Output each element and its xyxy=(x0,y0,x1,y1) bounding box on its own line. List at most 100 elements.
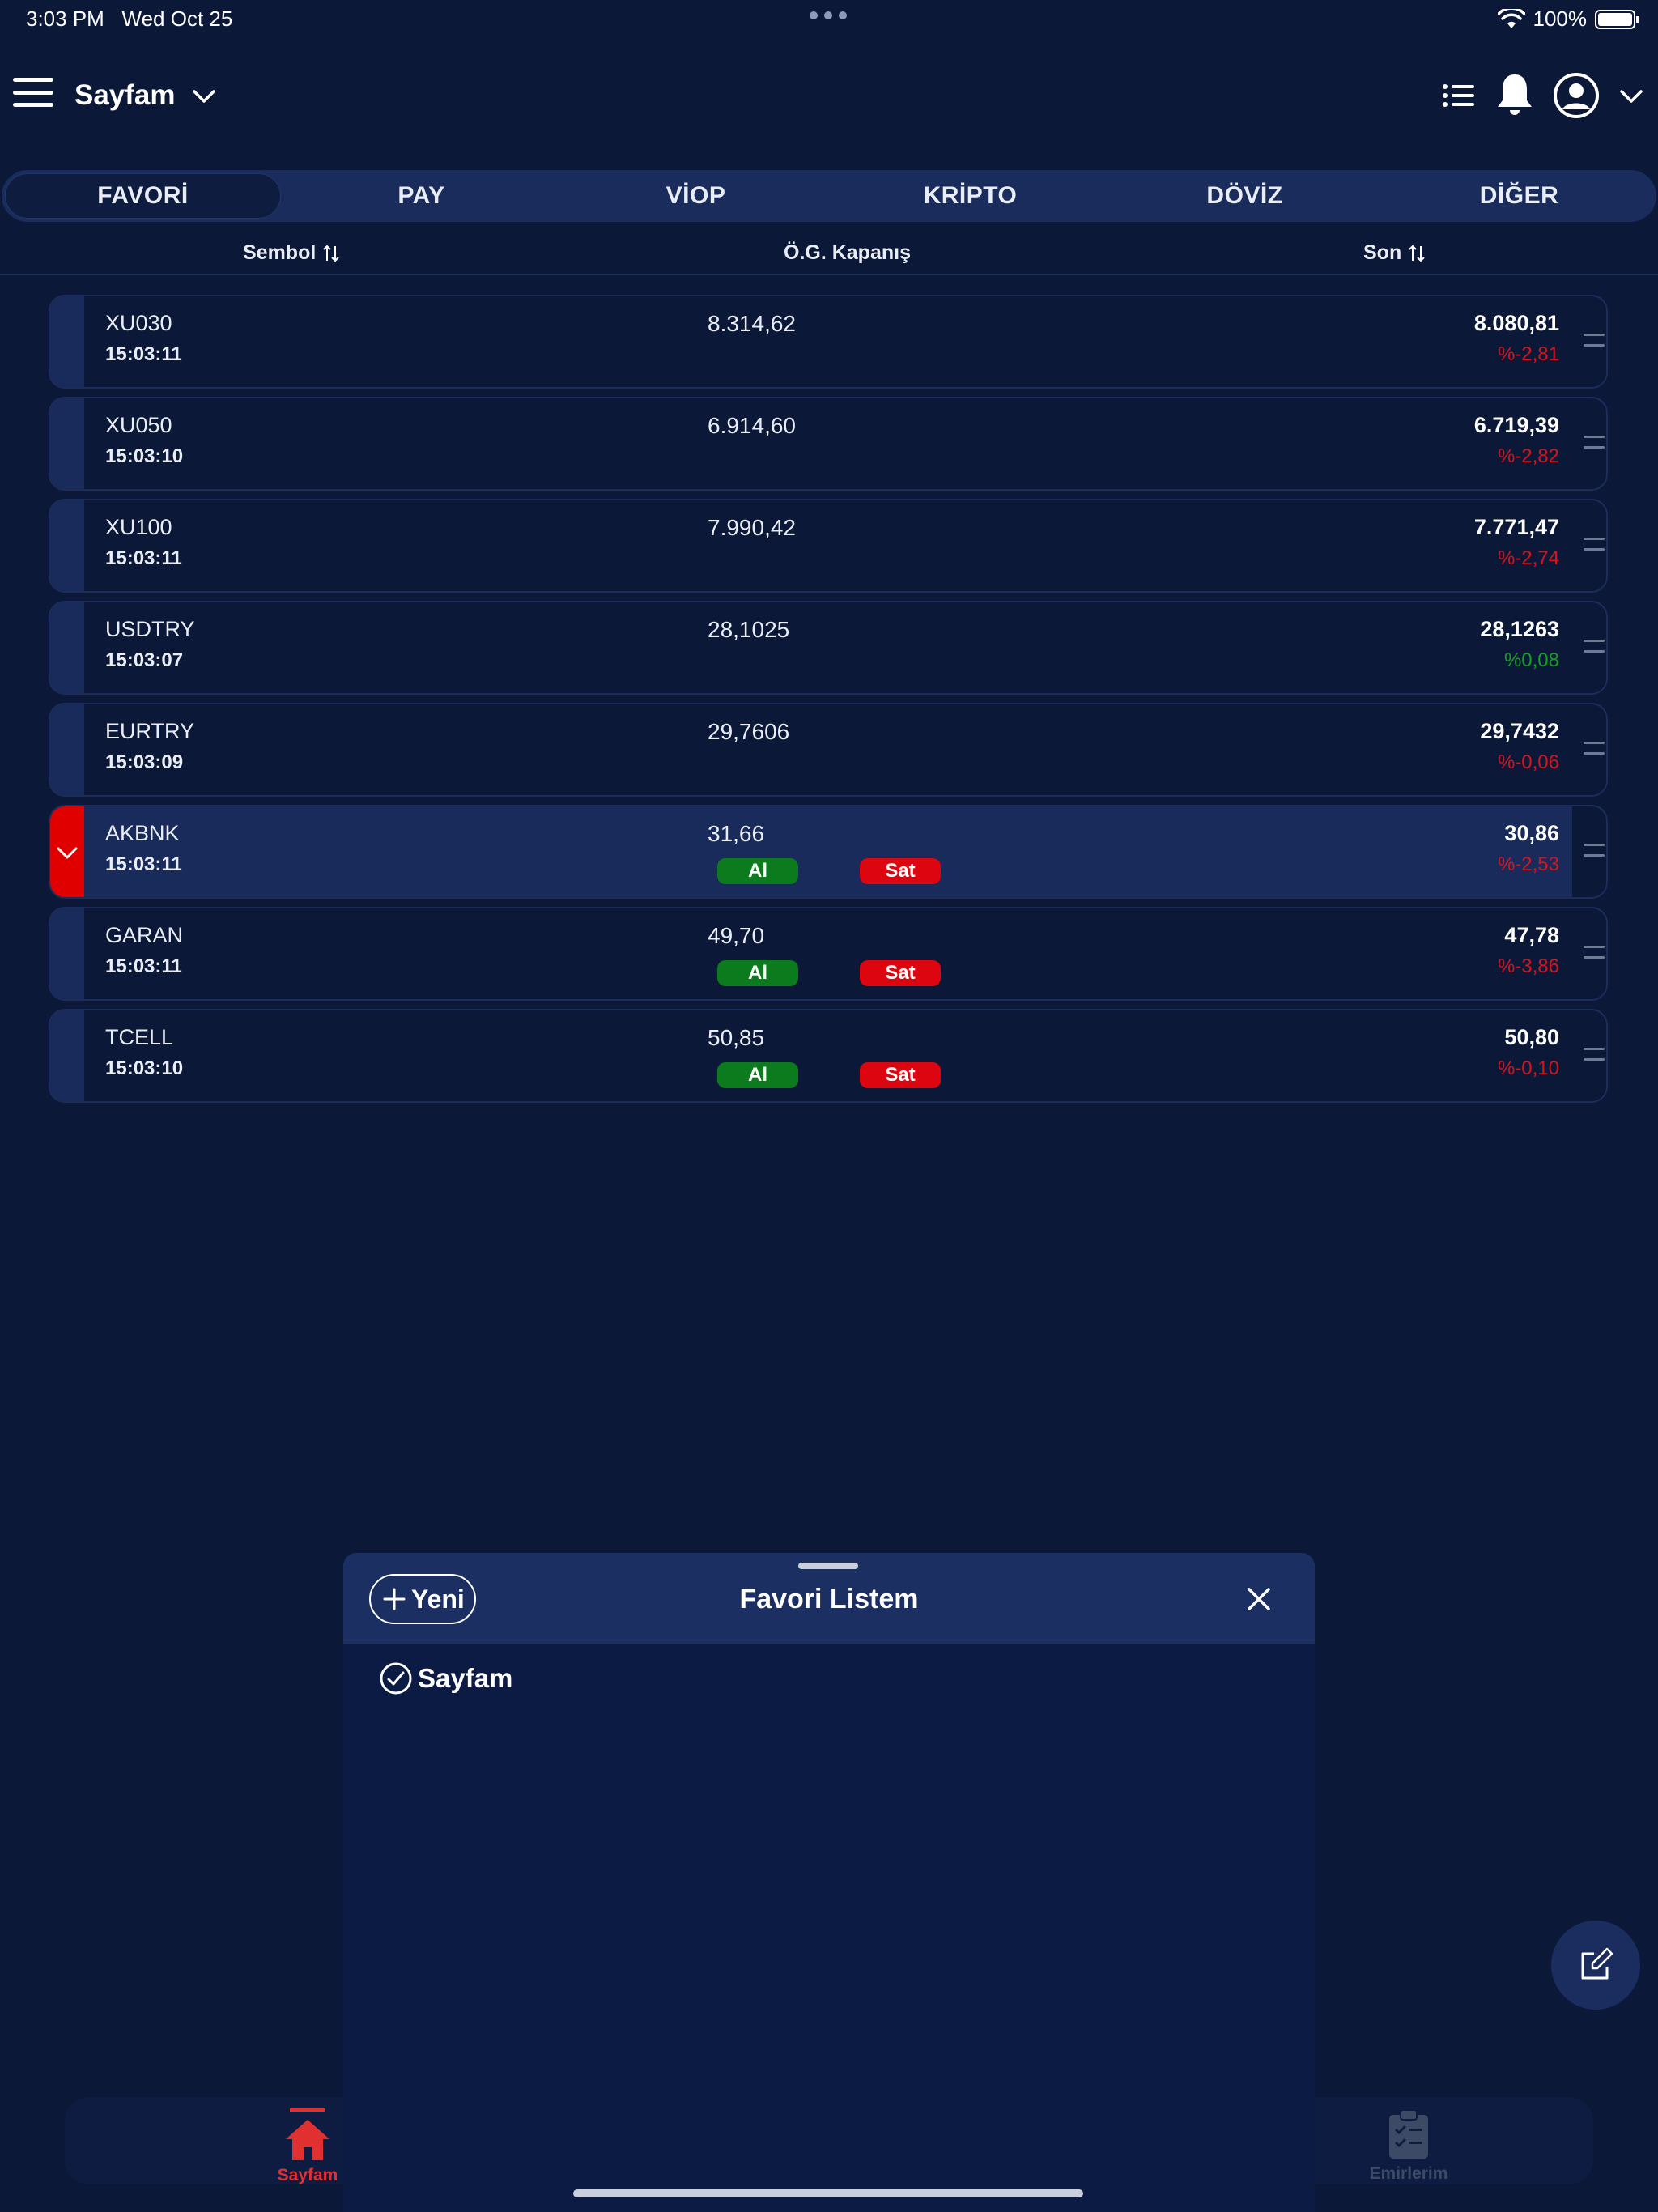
row-prev-close: 8.314,62 xyxy=(708,311,796,336)
home-indicator[interactable] xyxy=(573,2189,1083,2197)
column-prev-close: Ö.G. Kapanış xyxy=(784,241,911,264)
new-list-button[interactable]: Yeni xyxy=(369,1574,476,1624)
row-last: 30,86 xyxy=(1504,821,1559,845)
row-last: 29,7432 xyxy=(1480,719,1559,743)
edit-button[interactable] xyxy=(1551,1921,1640,2010)
row-change: %-2,74 xyxy=(1497,547,1559,569)
row-time: 15:03:11 xyxy=(105,343,182,365)
tab-viop[interactable]: VİOP xyxy=(559,170,833,222)
row-time: 15:03:10 xyxy=(105,1057,184,1079)
nav-item-orders[interactable]: Emirlerim xyxy=(1328,2108,1490,2184)
clipboard-checklist-icon xyxy=(1389,2109,1428,2159)
row-change: %-0,06 xyxy=(1497,751,1559,773)
sort-icon[interactable] xyxy=(321,243,342,264)
tab-favori[interactable]: FAVORİ xyxy=(5,173,281,219)
row-accent xyxy=(50,908,84,999)
row-symbol: XU050 xyxy=(105,413,172,437)
tab-kripto[interactable]: KRİPTO xyxy=(833,170,1107,222)
table-row[interactable]: GARAN 15:03:11 49,70 Al Sat 47,78 %-3,86 xyxy=(49,907,1608,1001)
new-list-label: Yeni xyxy=(411,1584,465,1614)
app-header: Sayfam xyxy=(0,65,1658,128)
row-last: 50,80 xyxy=(1504,1025,1559,1049)
row-last: 8.080,81 xyxy=(1473,311,1559,335)
row-accent xyxy=(50,704,84,795)
chevron-down-icon[interactable] xyxy=(1618,82,1645,109)
table-row-expanded[interactable]: AKBNK 15:03:11 31,66 Al Sat 30,86 %-2,53 xyxy=(49,805,1608,899)
nav-label: Emirlerim xyxy=(1369,2164,1448,2183)
row-accent[interactable] xyxy=(50,806,84,897)
table-row[interactable]: TCELL 15:03:10 50,85 Al Sat 50,80 %-0,10 xyxy=(49,1009,1608,1103)
header-actions xyxy=(1441,71,1645,120)
row-time: 15:03:11 xyxy=(105,547,182,569)
drag-handle-icon[interactable] xyxy=(1584,436,1605,449)
row-change: %-0,10 xyxy=(1497,1057,1559,1079)
sell-button[interactable]: Sat xyxy=(860,960,941,986)
row-symbol: XU100 xyxy=(105,515,172,539)
chevron-down-icon[interactable] xyxy=(191,83,217,108)
row-change: %-2,81 xyxy=(1497,343,1559,365)
buy-button[interactable]: Al xyxy=(717,1062,798,1088)
row-change: %0,08 xyxy=(1503,649,1559,671)
row-accent xyxy=(50,1010,84,1101)
table-row[interactable]: USDTRY 15:03:07 28,1025 28,1263 %0,08 xyxy=(49,601,1608,695)
bell-icon[interactable] xyxy=(1494,71,1535,120)
sheet-header: Favori Listem Yeni xyxy=(343,1553,1315,1644)
drag-handle-icon[interactable] xyxy=(1584,844,1605,857)
row-prev-close: 49,70 xyxy=(708,923,765,948)
list-icon[interactable] xyxy=(1441,79,1477,112)
drag-handle-icon[interactable] xyxy=(1584,538,1605,551)
page-title[interactable]: Sayfam xyxy=(74,79,176,112)
buy-button[interactable]: Al xyxy=(717,960,798,986)
menu-icon[interactable] xyxy=(13,78,53,107)
sheet-title: Favori Listem xyxy=(739,1584,919,1614)
chevron-down-icon[interactable] xyxy=(53,839,81,866)
sell-button[interactable]: Sat xyxy=(860,858,941,884)
status-bar: 3:03 PM Wed Oct 25 100% xyxy=(0,0,1658,39)
row-accent xyxy=(50,398,84,489)
column-headers: Sembol Ö.G. Kapanış Son xyxy=(0,235,1658,275)
home-icon xyxy=(286,2120,329,2160)
table-row[interactable]: XU050 15:03:10 6.914,60 6.719,39 %-2,82 xyxy=(49,397,1608,491)
list-item-label: Sayfam xyxy=(418,1663,513,1693)
row-symbol: GARAN xyxy=(105,923,184,947)
list-item-sayfam[interactable]: Sayfam xyxy=(379,1661,512,1695)
status-right: 100% xyxy=(1497,6,1639,32)
buy-button[interactable]: Al xyxy=(717,858,798,884)
row-last: 28,1263 xyxy=(1480,617,1559,641)
row-accent xyxy=(50,500,84,591)
market-tabs: FAVORİ PAY VİOP KRİPTO DÖVİZ DİĞER xyxy=(2,170,1656,222)
drag-handle-icon[interactable] xyxy=(1584,640,1605,653)
tab-diger[interactable]: DİĞER xyxy=(1382,170,1656,222)
row-prev-close: 6.914,60 xyxy=(708,413,796,438)
tab-doviz[interactable]: DÖVİZ xyxy=(1107,170,1382,222)
row-symbol: USDTRY xyxy=(105,617,195,641)
column-last[interactable]: Son xyxy=(1363,241,1427,265)
table-row[interactable]: XU100 15:03:11 7.990,42 7.771,47 %-2,74 xyxy=(49,499,1608,593)
close-icon[interactable] xyxy=(1245,1585,1273,1613)
row-time: 15:03:07 xyxy=(105,649,184,671)
sell-button[interactable]: Sat xyxy=(860,1062,941,1088)
row-symbol: TCELL xyxy=(105,1025,174,1049)
row-time: 15:03:11 xyxy=(105,853,182,875)
drag-handle-icon[interactable] xyxy=(1584,742,1605,755)
sort-icon[interactable] xyxy=(1406,243,1427,264)
status-time: 3:03 PM Wed Oct 25 xyxy=(26,6,233,31)
multitasking-dots-icon[interactable] xyxy=(810,11,847,19)
table-row[interactable]: EURTRY 15:03:09 29,7606 29,7432 %-0,06 xyxy=(49,703,1608,797)
row-time: 15:03:10 xyxy=(105,445,184,467)
sheet-drag-handle[interactable] xyxy=(798,1563,858,1569)
row-prev-close: 29,7606 xyxy=(708,719,790,744)
row-change: %-2,82 xyxy=(1497,445,1559,467)
user-account-icon[interactable] xyxy=(1553,72,1600,119)
drag-handle-icon[interactable] xyxy=(1584,334,1605,347)
column-symbol[interactable]: Sembol xyxy=(243,241,342,265)
row-accent xyxy=(50,602,84,693)
drag-handle-icon[interactable] xyxy=(1584,1048,1605,1061)
row-prev-close: 50,85 xyxy=(708,1025,765,1050)
drag-handle-icon[interactable] xyxy=(1584,946,1605,959)
table-row[interactable]: XU030 15:03:11 8.314,62 8.080,81 %-2,81 xyxy=(49,295,1608,389)
row-change: %-3,86 xyxy=(1497,955,1559,977)
tab-pay[interactable]: PAY xyxy=(284,170,559,222)
wifi-icon xyxy=(1497,8,1525,28)
battery-percent: 100% xyxy=(1533,6,1588,31)
